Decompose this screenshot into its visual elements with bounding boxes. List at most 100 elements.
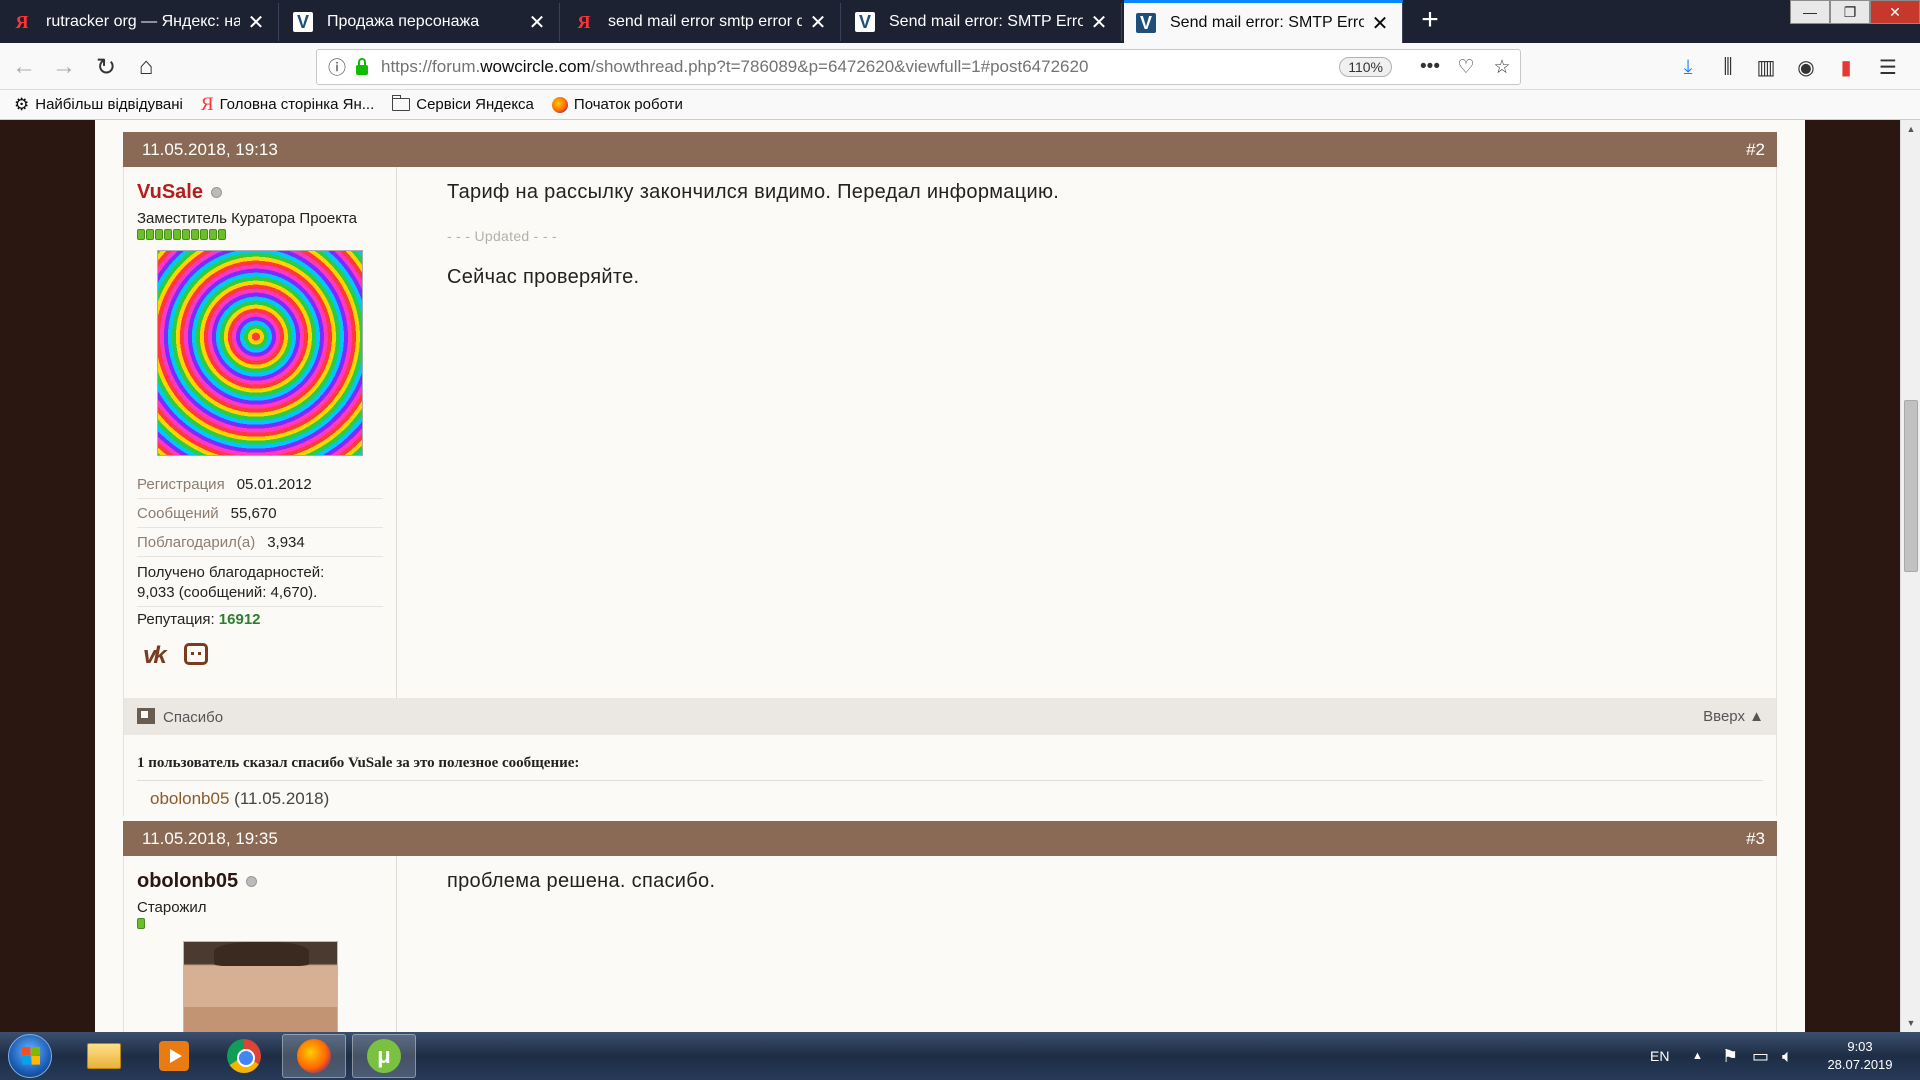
start-button[interactable] (8, 1034, 52, 1078)
volume-icon[interactable]: 🔈︎ (1782, 1032, 1793, 1080)
action-center-icon[interactable]: ⚑ (1722, 1032, 1738, 1080)
gear-icon: ⚙ (14, 94, 30, 114)
taskbar-utorrent[interactable]: μ (352, 1034, 416, 1078)
bookmark-most-visited[interactable]: ⚙ Найбільш відвідувані (14, 95, 183, 115)
utorrent-icon: μ (367, 1039, 401, 1073)
library-icon[interactable]: ⫼ (1712, 53, 1744, 81)
maximize-button[interactable]: ❐ (1830, 0, 1870, 24)
back-button[interactable]: ← (8, 51, 40, 83)
tab-title: Send mail error: SMTP Error: data (1170, 14, 1364, 31)
sidebar-icon[interactable]: ▥ (1750, 53, 1782, 81)
thanks-user-link[interactable]: obolonb05 (150, 789, 229, 808)
post-number-link[interactable]: #3 (1746, 829, 1765, 849)
close-icon[interactable]: ✕ (1089, 10, 1109, 35)
username-link[interactable]: VuSale (137, 181, 383, 204)
page-actions-icon[interactable]: ••• (1412, 56, 1448, 78)
chrome-icon (227, 1039, 261, 1073)
vertical-scrollbar[interactable]: ▲ ▼ (1900, 120, 1920, 1032)
taskbar-firefox[interactable] (282, 1034, 346, 1078)
thanks-button[interactable]: Спасибо (137, 707, 223, 726)
post-header: 11.05.2018, 19:35 #3 (123, 821, 1777, 856)
zoom-level-button[interactable]: 110% (1339, 57, 1392, 77)
tab-rutracker[interactable]: Я rutracker org — Яндекс: нашлось ✕ (0, 3, 279, 41)
social-links: vk (137, 642, 383, 670)
forward-button[interactable]: → (48, 51, 80, 83)
scroll-down-arrow[interactable]: ▼ (1901, 1014, 1920, 1032)
tab-send-mail-error-active[interactable]: V Send mail error: SMTP Error: data ✕ (1124, 0, 1403, 43)
close-window-button[interactable]: ✕ (1870, 0, 1920, 24)
message-icon[interactable] (183, 643, 208, 665)
network-icon[interactable]: ▭ (1752, 1032, 1769, 1080)
post-text: Тариф на рассылку закончился видимо. Пер… (447, 181, 1060, 203)
yandex-icon: Я (200, 93, 214, 115)
back-to-top-link[interactable]: Вверх ▲ (1703, 708, 1764, 725)
thanks-user-entry: obolonb05 (11.05.2018) (137, 781, 1763, 809)
url-bar[interactable]: ⓘ https://forum.wowcircle.com/showthread… (316, 49, 1521, 85)
close-icon[interactable]: ✕ (1370, 11, 1390, 36)
post-header: 11.05.2018, 19:13 #2 (123, 132, 1777, 167)
offline-status-icon (246, 876, 258, 887)
tab-title: Send mail error: SMTP Error: data (889, 13, 1083, 30)
post-text: Сейчас проверяйте. (447, 266, 640, 288)
tab-character-sale[interactable]: V Продажа персонажа ✕ (281, 3, 560, 41)
taskbar-explorer[interactable] (72, 1034, 136, 1078)
url-text[interactable]: https://forum.wowcircle.com/showthread.p… (373, 57, 1339, 77)
menu-icon[interactable]: ☰ (1872, 53, 1904, 81)
scroll-up-arrow[interactable]: ▲ (1901, 120, 1920, 138)
navigation-bar: ← → ↻ ⌂ ⓘ https://forum.wowcircle.com/sh… (0, 43, 1920, 90)
user-title: Старожил (137, 899, 207, 916)
bookmark-yandex-home[interactable]: Я Головна сторінка Ян... (201, 94, 374, 116)
bookmark-getting-started[interactable]: Початок роботи (551, 96, 683, 113)
bookmark-star-icon[interactable]: ☆ (1484, 56, 1520, 79)
vk-icon[interactable]: vk (143, 642, 167, 670)
wowcircle-icon: V (293, 12, 313, 32)
taskbar: μ EN ▲ ⚑ ▭ 🔈︎ 9:03 28.07.2019 (0, 1032, 1920, 1080)
thanks-date: (11.05.2018) (234, 789, 330, 808)
username-link[interactable]: obolonb05 (137, 870, 383, 893)
home-button[interactable]: ⌂ (130, 51, 162, 83)
close-icon[interactable]: ✕ (246, 10, 266, 35)
close-icon[interactable]: ✕ (808, 10, 828, 35)
user-info-panel: VuSale Заместитель Куратора Проекта Реги… (124, 167, 397, 698)
offline-status-icon (210, 187, 222, 198)
folder-icon (392, 95, 411, 111)
post-number-link[interactable]: #2 (1746, 140, 1765, 160)
minimize-button[interactable]: — (1790, 0, 1830, 24)
forum-page: 11.05.2018, 19:13 #2 VuSale Заместитель … (95, 120, 1805, 1032)
language-indicator[interactable]: EN (1650, 1032, 1669, 1080)
post-body: obolonb05 Старожил проблема решена. спас… (123, 856, 1777, 1032)
info-icon[interactable]: ⓘ (323, 54, 351, 80)
close-icon[interactable]: ✕ (527, 10, 547, 35)
tab-title: rutracker org — Яндекс: нашлось (46, 13, 240, 30)
reputation-value: 16912 (218, 611, 261, 628)
system-clock[interactable]: 9:03 28.07.2019 (1820, 1038, 1900, 1074)
sync-icon[interactable]: ◉ (1790, 53, 1822, 81)
avatar[interactable] (157, 250, 363, 456)
yandex-icon: Я (15, 11, 29, 32)
bookmark-yandex-services[interactable]: Сервіси Яндекса (392, 95, 534, 113)
stat-thanked: Поблагодарил(а) 3,934 (137, 528, 383, 557)
post-body: VuSale Заместитель Куратора Проекта Реги… (123, 167, 1777, 698)
post-content: проблема решена. спасибо. (425, 856, 1776, 907)
tab-send-mail-error[interactable]: V Send mail error: SMTP Error: data ✕ (843, 3, 1122, 41)
bookmark-flag-icon[interactable]: ▮ (1830, 53, 1862, 81)
reload-button[interactable]: ↻ (90, 51, 122, 83)
scrollbar-thumb[interactable] (1904, 400, 1918, 572)
new-tab-button[interactable]: + (1412, 2, 1448, 40)
tab-title: Продажа персонажа (327, 13, 480, 30)
stat-registration: Регистрация 05.01.2012 (137, 470, 383, 499)
folder-icon (87, 1043, 121, 1069)
tab-yandex-search[interactable]: Я send mail error smtp error data ✕ (562, 3, 841, 41)
bookmarks-bar: ⚙ Найбільш відвідувані Я Головна сторінк… (0, 90, 1920, 120)
thumbs-up-icon (137, 707, 155, 724)
lock-icon[interactable] (351, 58, 373, 75)
downloads-icon[interactable]: ⤓ (1672, 53, 1704, 81)
pocket-icon[interactable]: ♡ (1448, 56, 1484, 79)
yandex-icon: Я (577, 11, 591, 32)
wowcircle-icon: V (1136, 13, 1156, 33)
firefox-icon (297, 1039, 331, 1073)
avatar[interactable] (182, 941, 338, 1032)
show-hidden-icons[interactable]: ▲ (1692, 1032, 1703, 1080)
taskbar-chrome[interactable] (212, 1034, 276, 1078)
taskbar-media-player[interactable] (142, 1034, 206, 1078)
